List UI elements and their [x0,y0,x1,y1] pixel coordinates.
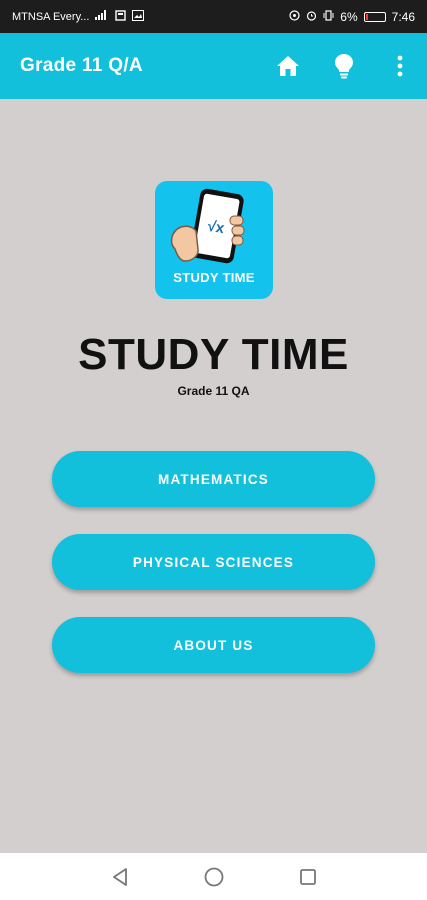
vibrate-icon [323,10,334,23]
battery-percent: 6% [340,9,358,24]
status-right: 6% 7:46 [289,10,415,24]
lightbulb-icon[interactable] [331,53,357,79]
about-us-button[interactable]: ABOUT US [52,617,375,673]
app-bar: Grade 11 Q/A [0,33,427,99]
carrier-name: MTNSA Every... [12,10,90,23]
page-subtitle: Grade 11 QA [177,384,250,398]
bluetooth-icon [289,10,300,23]
more-vert-icon[interactable] [387,53,413,79]
status-bar: MTNSA Every... 6% 7:46 [0,0,427,33]
page-title: STUDY TIME [78,330,349,379]
image-icon [132,9,145,24]
logo-caption: STUDY TIME [173,270,255,285]
signal-icon [95,10,109,23]
physical-sciences-button[interactable]: PHYSICAL SCIENCES [52,534,375,590]
recents-icon[interactable] [296,865,320,889]
clock: 7:46 [391,9,415,24]
appbar-actions [275,53,413,79]
mathematics-button[interactable]: MATHEMATICS [52,451,375,507]
app-logo: √x STUDY TIME [155,181,273,299]
system-nav-bar [0,853,427,900]
home-icon[interactable] [275,53,301,79]
status-left: MTNSA Every... [12,9,145,24]
app-title: Grade 11 Q/A [20,55,143,76]
back-icon[interactable] [108,865,132,889]
notification-icon [115,9,127,24]
battery-icon [363,11,386,22]
alarm-icon [306,10,317,23]
home-circle-icon[interactable] [202,865,226,889]
